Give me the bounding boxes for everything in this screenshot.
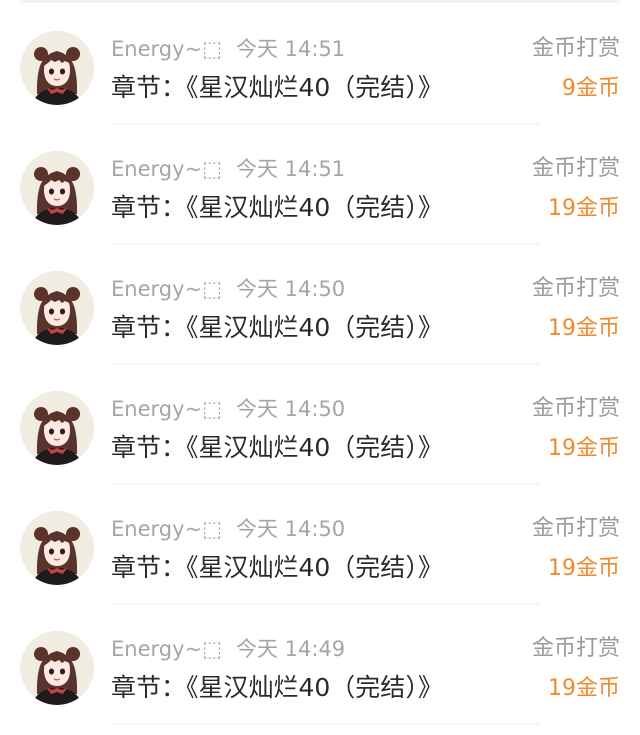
reward-type-label: 金币打赏 [531, 636, 620, 661]
avatar-icon[interactable] [20, 271, 94, 345]
reward-type-label: 金币打赏 [531, 276, 620, 301]
username-text[interactable]: Energy~⬚ [111, 37, 222, 61]
timestamp-text: 今天 14:49 [235, 637, 346, 661]
reward-amount-label: 19金币 [548, 676, 620, 701]
timestamp-text: 今天 14:50 [235, 517, 346, 541]
reward-type-label: 金币打赏 [531, 396, 620, 421]
username-text[interactable]: Energy~⬚ [111, 157, 222, 181]
reward-amount-label: 19金币 [548, 316, 620, 341]
reward-meta: Energy~⬚ 今天 14:51 [111, 156, 345, 182]
chapter-title[interactable]: 章节：《星汉灿烂40（完结）》 [111, 551, 443, 585]
chapter-title[interactable]: 章节：《星汉灿烂40（完结）》 [111, 431, 443, 465]
reward-meta: Energy~⬚ 今天 14:50 [111, 516, 345, 542]
avatar-icon[interactable] [20, 391, 94, 465]
timestamp-text: 今天 14:50 [235, 397, 346, 421]
reward-meta: Energy~⬚ 今天 14:50 [111, 276, 345, 302]
reward-list-item[interactable]: Energy~⬚ 今天 14:50 章节：《星汉灿烂40（完结）》 金币打赏 19… [0, 365, 640, 485]
chapter-title[interactable]: 章节：《星汉灿烂40（完结）》 [111, 191, 443, 225]
reward-type-label: 金币打赏 [531, 36, 620, 61]
avatar-icon[interactable] [20, 631, 94, 705]
reward-list-item[interactable]: Energy~⬚ 今天 14:51 章节：《星汉灿烂40（完结）》 金币打赏 19… [0, 125, 640, 245]
username-text[interactable]: Energy~⬚ [111, 517, 222, 541]
avatar-icon[interactable] [20, 31, 94, 105]
avatar-icon[interactable] [20, 151, 94, 225]
reward-amount-label: 19金币 [548, 196, 620, 221]
reward-meta: Energy~⬚ 今天 14:49 [111, 636, 345, 662]
timestamp-text: 今天 14:50 [235, 277, 346, 301]
username-text[interactable]: Energy~⬚ [111, 277, 222, 301]
reward-type-label: 金币打赏 [531, 516, 620, 541]
username-text[interactable]: Energy~⬚ [111, 637, 222, 661]
reward-meta: Energy~⬚ 今天 14:50 [111, 396, 345, 422]
avatar-icon[interactable] [20, 511, 94, 585]
reward-list-item[interactable]: Energy~⬚ 今天 14:50 章节：《星汉灿烂40（完结）》 金币打赏 19… [0, 245, 640, 365]
reward-amount-label: 19金币 [548, 556, 620, 581]
reward-meta: Energy~⬚ 今天 14:51 [111, 36, 345, 62]
reward-amount-label: 9金币 [562, 76, 620, 101]
row-divider [111, 723, 539, 725]
chapter-title[interactable]: 章节：《星汉灿烂40（完结）》 [111, 671, 443, 705]
timestamp-text: 今天 14:51 [235, 157, 346, 181]
reward-feed: Energy~⬚ 今天 14:51 章节：《星汉灿烂40（完结）》 金币打赏 9金… [0, 0, 640, 735]
reward-type-label: 金币打赏 [531, 156, 620, 181]
reward-list-item[interactable]: Energy~⬚ 今天 14:49 章节：《星汉灿烂40（完结）》 金币打赏 19… [0, 605, 640, 725]
timestamp-text: 今天 14:51 [235, 37, 346, 61]
reward-list-item[interactable]: Energy~⬚ 今天 14:50 章节：《星汉灿烂40（完结）》 金币打赏 19… [0, 485, 640, 605]
reward-amount-label: 19金币 [548, 436, 620, 461]
reward-list-item[interactable]: Energy~⬚ 今天 14:51 章节：《星汉灿烂40（完结）》 金币打赏 9金… [0, 5, 640, 125]
chapter-title[interactable]: 章节：《星汉灿烂40（完结）》 [111, 311, 443, 345]
chapter-title[interactable]: 章节：《星汉灿烂40（完结）》 [111, 71, 443, 105]
username-text[interactable]: Energy~⬚ [111, 397, 222, 421]
